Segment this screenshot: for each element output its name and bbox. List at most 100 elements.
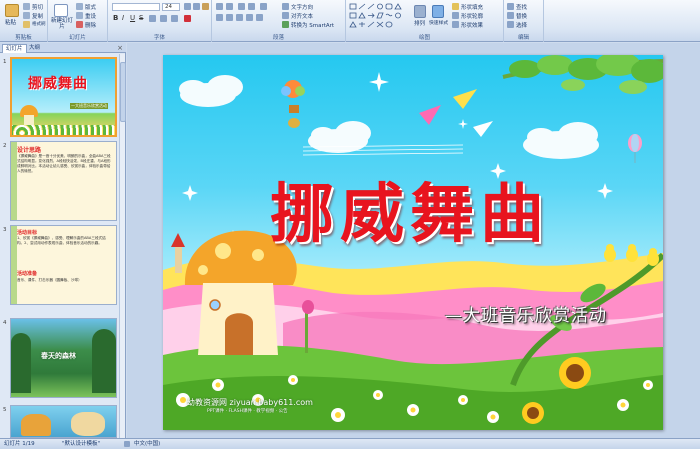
arrange-icon[interactable] [414,5,426,18]
status-bar: 幻灯片 1/19 "默认设计模板" 中文(中国) [0,438,700,449]
align-center-icon[interactable] [226,14,233,21]
align-left-icon[interactable] [216,14,223,21]
hot-air-balloon [281,80,305,128]
strikethrough-icon[interactable]: S [139,14,143,22]
delete-icon [76,21,83,28]
close-icon[interactable]: × [117,44,123,52]
line-spacing-icon[interactable] [260,3,267,10]
flower-field [12,125,115,135]
shape-fill-button[interactable]: 形状填充 [461,3,483,11]
thumb-heading: 活动目标 [17,230,38,236]
scrollbar-thumb[interactable] [120,62,126,122]
replace-button[interactable]: 替换 [516,12,527,20]
reset-button[interactable]: 重设 [85,12,96,20]
theme-name[interactable]: "默认设计模板" [62,439,100,449]
align-text-button[interactable]: 对齐文本 [291,12,313,20]
shadow-icon[interactable] [149,15,156,22]
grow-font-icon[interactable] [184,3,191,10]
thumbnail-scrollbar[interactable] [119,54,126,438]
slide-thumbnail-3[interactable]: 活动目标 1、欣赏《挪威舞曲》，感受、理解乐曲的ABA三段式结构。2、尝试用动作… [10,225,117,305]
font-color-icon[interactable] [184,15,191,22]
increase-indent-icon[interactable] [248,3,255,10]
bold-icon[interactable]: B [113,14,118,22]
layout-icon [76,3,83,10]
clipboard-group: 粘贴 剪切 复制 格式刷 剪贴板 [0,0,48,42]
paste-button[interactable]: 粘贴 [5,18,16,26]
slides-group-label: 幻灯片 [69,35,86,41]
decrease-indent-icon[interactable] [238,3,245,10]
delete-button[interactable]: 删除 [85,21,96,29]
thumb-subtitle: —大班音乐欣赏活动 [70,103,108,109]
tab-slides[interactable]: 幻灯片 [2,44,27,53]
tab-outline[interactable]: 大纲 [26,44,43,53]
new-slide-icon[interactable] [54,4,68,17]
new-slide-button[interactable]: 新建幻灯片 [50,18,74,30]
font-group: 24 B I U S 字体 [108,0,212,42]
quick-styles-icon[interactable] [432,5,444,18]
panel-tabs: 幻灯片 大纲 × [0,43,126,53]
paste-icon[interactable] [5,4,19,17]
find-button[interactable]: 查找 [516,3,527,11]
numbering-icon[interactable] [226,3,233,10]
select-icon [507,21,514,28]
change-case-icon[interactable] [171,15,178,22]
paragraph-group: 文字方向 对齐文本 转换为 SmartArt 段落 [212,0,346,42]
spellcheck-icon[interactable] [124,441,130,447]
slide-number: 2 [3,143,7,149]
font-size-dropdown[interactable]: 24 [162,3,180,11]
quick-styles-button[interactable]: 快速样式 [429,19,448,26]
format-painter-button[interactable]: 格式刷 [32,21,46,27]
underline-icon[interactable]: U [130,14,135,22]
slide-number: 4 [3,320,7,326]
thumb-body: 1、欣赏《挪威舞曲》，感受、理解乐曲的ABA三段式结构。2、尝试用动作表现乐曲，… [17,236,106,245]
slide-thumbnail-1[interactable]: 挪威舞曲 —大班音乐欣赏活动 [10,57,117,137]
layout-button[interactable]: 版式 [85,3,96,11]
shape-outline-button[interactable]: 形状轮廓 [461,12,483,20]
paper-plane [419,105,441,125]
thumb-title: 挪威舞曲 [28,76,88,92]
convert-smartart-button[interactable]: 转换为 SmartArt [291,21,334,29]
slide-position: 幻灯片 1/19 [4,441,35,447]
slide-number: 1 [3,59,7,65]
font-group-label: 字体 [153,35,165,41]
thumb-heading: 设计思路 [17,147,42,154]
replace-icon [507,12,514,19]
justify-icon[interactable] [246,14,253,21]
house-icon [24,115,34,125]
text-direction-button[interactable]: 文字方向 [291,3,313,11]
slide-subtitle[interactable]: —大班音乐欣赏活动 [445,301,607,326]
cut-button[interactable]: 剪切 [32,3,43,11]
slides-group: 新建幻灯片 版式 重设 删除 幻灯片 [48,0,108,42]
cartoon-shape [71,412,105,436]
slide-thumbnail-5[interactable] [10,405,117,438]
select-button[interactable]: 选择 [516,21,527,29]
slide-thumbnail-4[interactable]: 春天的森林 [10,318,117,398]
shrink-font-icon[interactable] [193,3,200,10]
slide-thumbnail-2[interactable]: 设计思路 《挪威舞曲》是一首十分优美、明朗的乐曲，全曲ABA三段式结构明显。变化… [10,141,117,221]
columns-icon[interactable] [256,14,263,21]
copy-button[interactable]: 复制 [32,12,43,20]
editing-group: 查找 替换 选择 编辑 [504,0,544,42]
shapes-gallery[interactable] [349,3,411,29]
drawing-group-label: 绘图 [418,35,430,41]
shape-effects-button[interactable]: 形状效果 [461,21,483,29]
char-spacing-icon[interactable] [160,15,167,22]
find-icon [507,3,514,10]
drawing-group: 排列 快速样式 形状填充 形状轮廓 形状效果 绘图 [346,0,504,42]
slide-canvas[interactable]: 挪威舞曲 —大班音乐欣赏活动 幼教资源网 ziyuan.baby611.com … [163,55,663,430]
shape-effects-icon [452,21,459,28]
thumb-caption: 春天的森林 [41,352,76,360]
bullets-icon[interactable] [216,3,223,10]
ribbon: 粘贴 剪切 复制 格式刷 剪贴板 新建幻灯片 版式 重设 删除 幻灯片 24 B… [0,0,700,42]
slide-number: 5 [3,407,7,413]
arrange-button[interactable]: 排列 [414,19,425,27]
reset-icon [76,12,83,19]
slide-title[interactable]: 挪威舞曲 [255,163,565,255]
language-indicator[interactable]: 中文(中国) [134,439,160,449]
font-name-dropdown[interactable] [112,3,160,11]
editing-group-label: 编辑 [517,35,529,41]
italic-icon[interactable]: I [122,14,124,22]
align-right-icon[interactable] [236,14,243,21]
clear-format-icon[interactable] [202,3,209,10]
format-painter-icon [23,21,30,28]
